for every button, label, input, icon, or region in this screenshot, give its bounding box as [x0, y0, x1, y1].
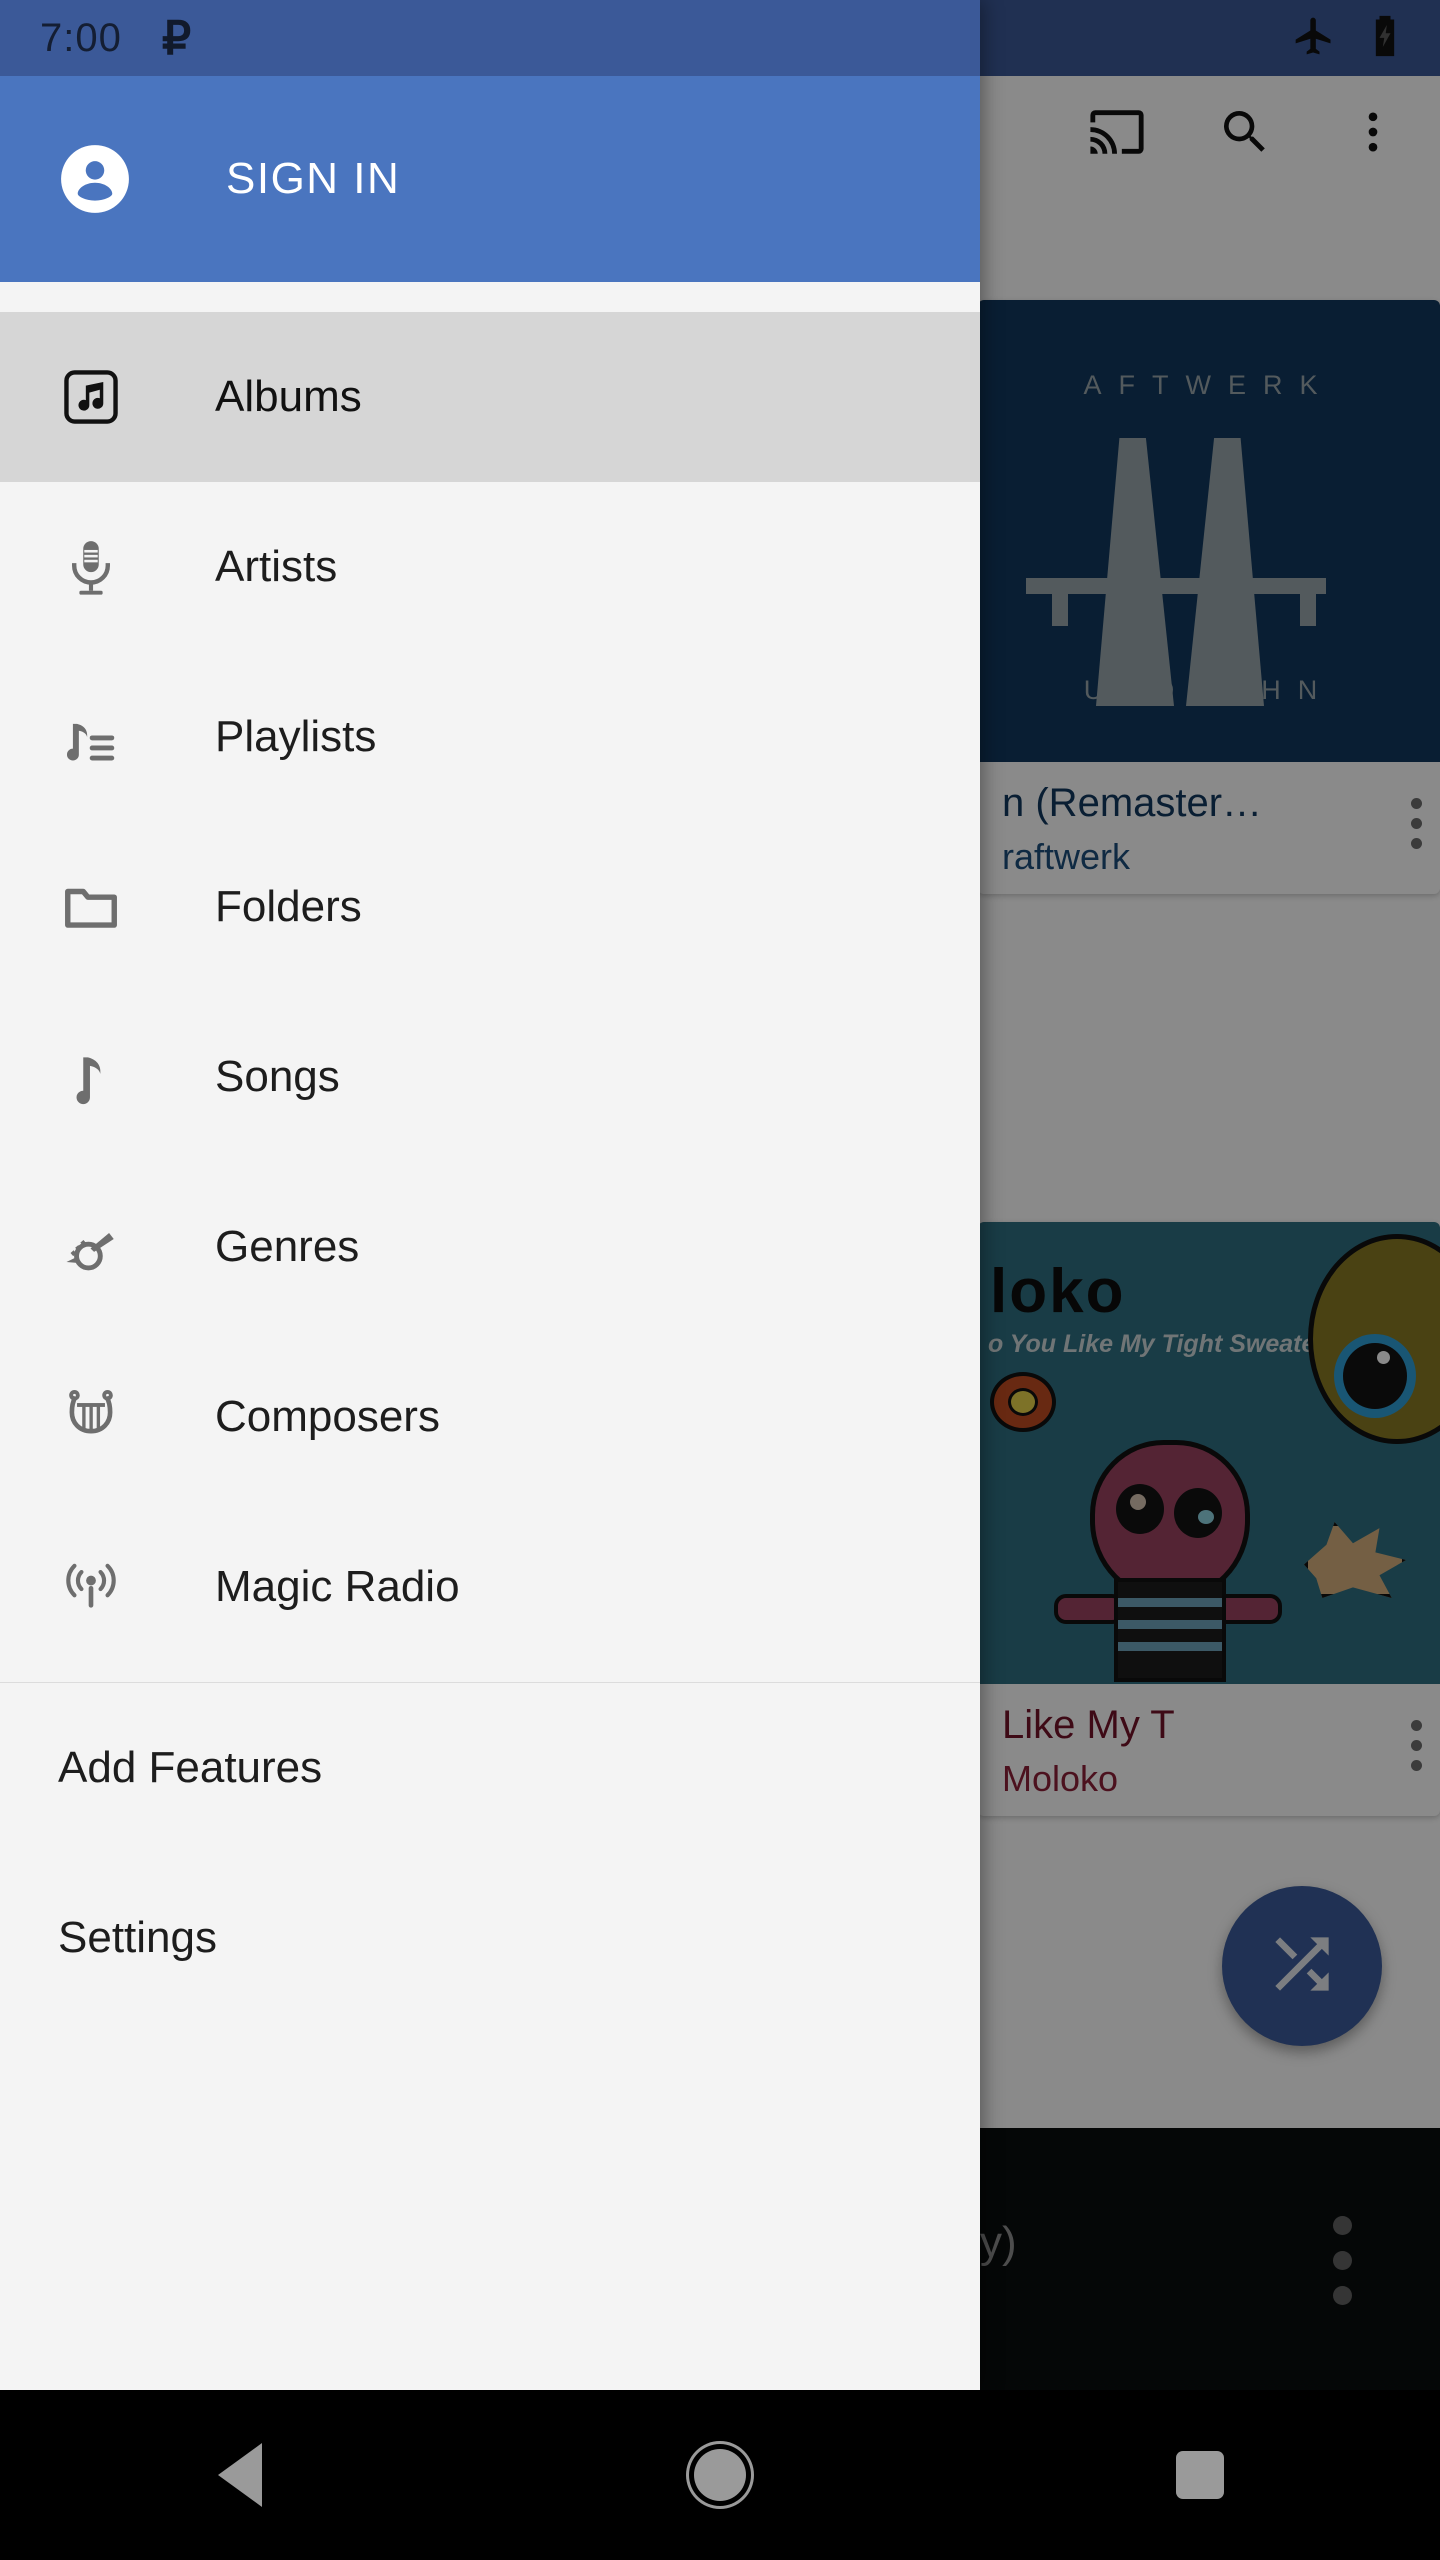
sidebar-item-genres[interactable]: Genres	[0, 1162, 980, 1332]
sidebar-item-label: Settings	[58, 1913, 217, 1962]
triangle-back-icon	[218, 2443, 262, 2507]
sidebar-item-label: Songs	[215, 1052, 340, 1101]
back-button[interactable]	[150, 2390, 330, 2560]
square-recents-icon	[1176, 2451, 1224, 2499]
sidebar-item-label: Artists	[215, 542, 338, 591]
sidebar-item-folders[interactable]: Folders	[0, 822, 980, 992]
drawer-header[interactable]: SIGN IN	[0, 76, 980, 282]
sidebar-item-label: Composers	[215, 1392, 440, 1441]
drawer-status-bar: 7:00 ₽	[0, 0, 980, 76]
sidebar-item-songs[interactable]: Songs	[0, 992, 980, 1162]
queue-music-icon	[58, 706, 124, 768]
navigation-drawer: 7:00 ₽ SIGN IN Albums Artists Playlists …	[0, 0, 980, 2390]
lyre-icon	[58, 1386, 124, 1448]
sidebar-item-add-features[interactable]: Add Features	[0, 1683, 980, 1853]
broadcast-icon	[58, 1556, 124, 1618]
sidebar-item-label: Playlists	[215, 712, 377, 761]
recents-button[interactable]	[1110, 2390, 1290, 2560]
sidebar-item-playlists[interactable]: Playlists	[0, 652, 980, 822]
sidebar-item-albums[interactable]: Albums	[0, 312, 980, 482]
home-button[interactable]	[630, 2390, 810, 2560]
sidebar-item-artists[interactable]: Artists	[0, 482, 980, 652]
sidebar-item-composers[interactable]: Composers	[0, 1332, 980, 1502]
music-note-icon	[58, 1046, 124, 1108]
sidebar-item-label: Albums	[215, 372, 362, 421]
sidebar-item-label: Folders	[215, 882, 362, 931]
horn-icon	[58, 1216, 124, 1278]
sidebar-item-settings[interactable]: Settings	[0, 1853, 980, 2023]
sidebar-item-label: Genres	[215, 1222, 360, 1271]
pay-glyph-icon: ₽	[161, 12, 192, 64]
album-note-icon	[58, 366, 124, 428]
status-bar-clock: 7:00	[40, 15, 122, 60]
drawer-top-spacer	[0, 282, 980, 312]
microphone-icon	[58, 536, 124, 598]
sidebar-item-label: Add Features	[58, 1743, 323, 1792]
system-navigation-bar	[0, 2390, 1440, 2560]
account-circle-icon	[58, 142, 132, 216]
folder-icon	[58, 876, 124, 938]
sidebar-item-label: Magic Radio	[215, 1562, 460, 1611]
sidebar-item-magic-radio[interactable]: Magic Radio	[0, 1502, 980, 1672]
circle-home-icon	[694, 2449, 746, 2501]
phone-screen: AFTWERK UTOBAHN n (Remaster… raftwerk lo…	[0, 0, 1440, 2560]
sign-in-label: SIGN IN	[226, 154, 401, 203]
